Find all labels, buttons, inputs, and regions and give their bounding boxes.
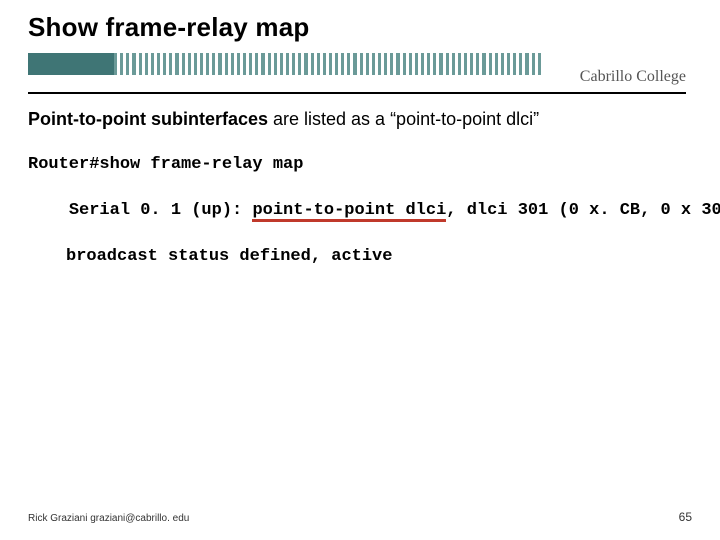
band-solid (28, 53, 114, 75)
page-number: 65 (679, 510, 692, 524)
cli-line-2-post: , dlci 301 (0 x. CB, 0 x 30 B 0), (446, 201, 720, 220)
band-stripes (114, 53, 544, 75)
cli-line-2-underlined: point-to-point dlci (252, 201, 446, 220)
horizontal-rule (28, 92, 686, 94)
cli-line-1: Router#show frame-relay map (28, 154, 700, 177)
cli-line-2-pre: Serial 0. 1 (up): (69, 201, 253, 220)
subtitle-rest: are listed as a “point-to-point dlci” (268, 109, 539, 129)
cli-line-3: broadcast status defined, active (28, 246, 700, 269)
slide-title: Show frame-relay map (0, 0, 720, 47)
cli-output: Router#show frame-relay map Serial 0. 1 … (0, 130, 720, 269)
cli-line-2: Serial 0. 1 (up): point-to-point dlci, d… (28, 177, 700, 246)
subtitle-bold: Point-to-point subinterfaces (28, 109, 268, 129)
brand-label: Cabrillo College (580, 68, 686, 86)
footer-author: Rick Graziani graziani@cabrillo. edu (28, 513, 189, 524)
